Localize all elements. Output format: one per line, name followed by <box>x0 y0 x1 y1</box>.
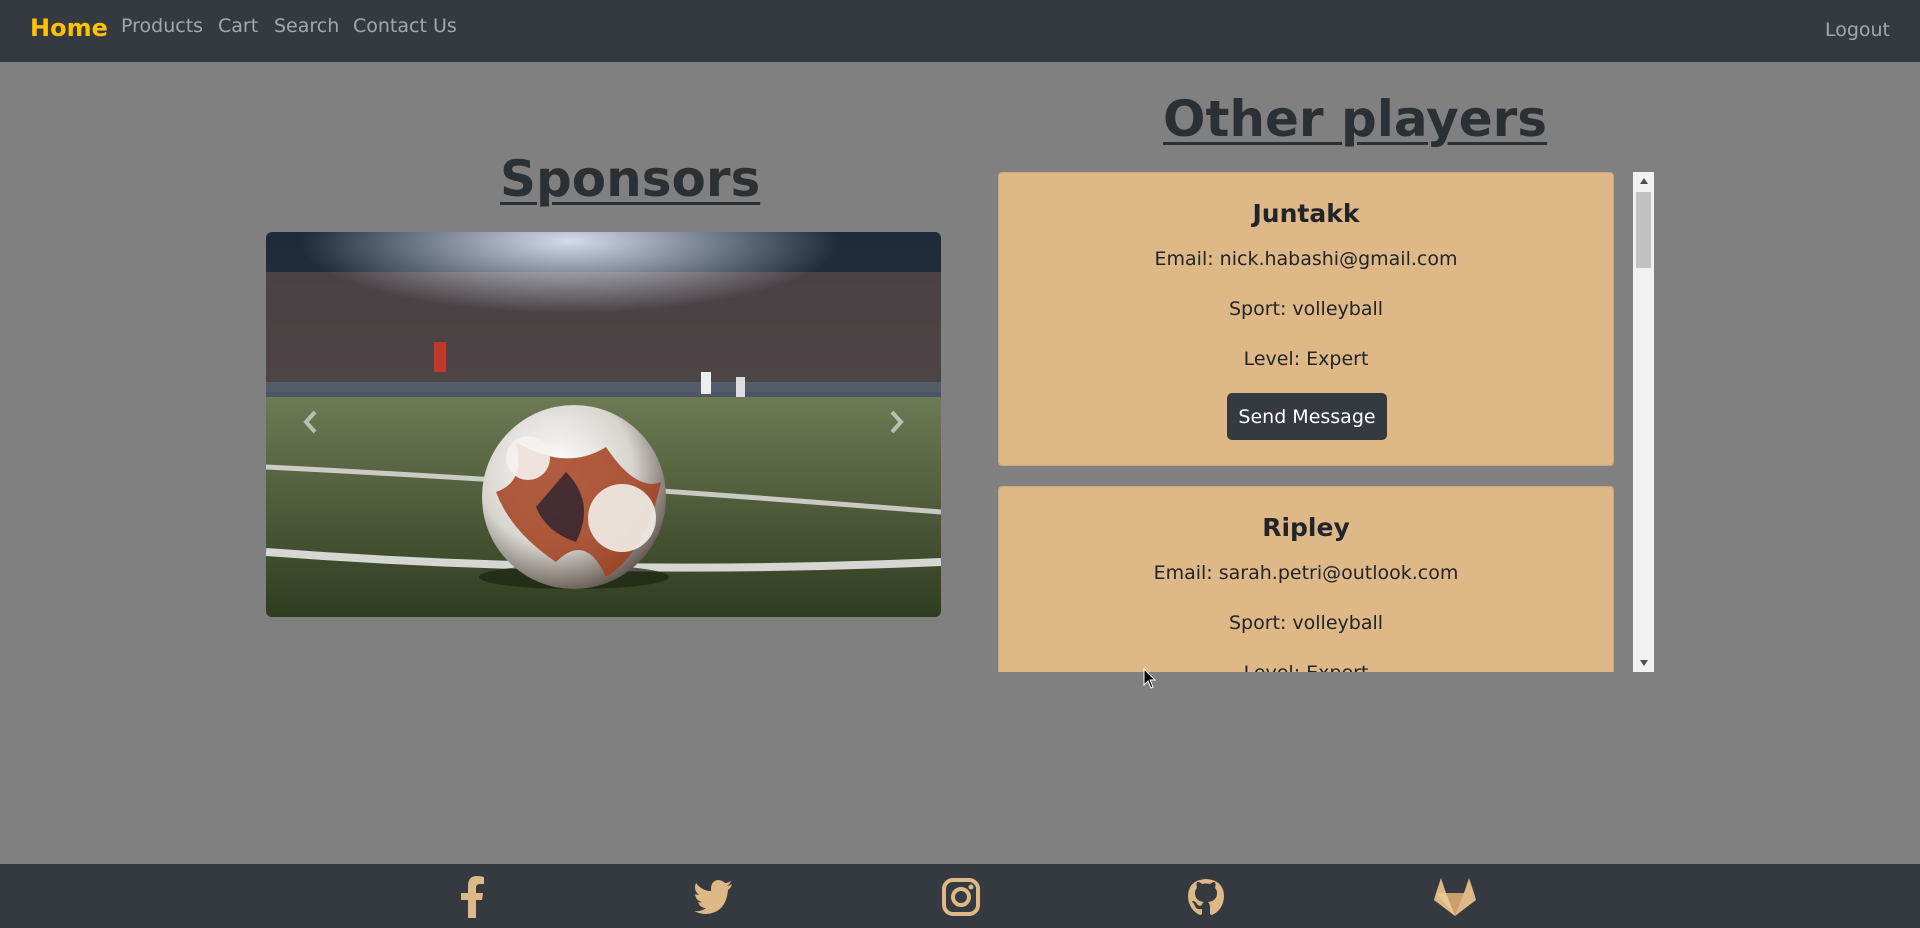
nav-contact-link[interactable]: Contact Us <box>353 15 457 37</box>
carousel-prev-button[interactable] <box>286 397 336 447</box>
scroll-up-arrow[interactable] <box>1633 172 1654 190</box>
nav-home-link[interactable]: Home <box>30 14 108 42</box>
instagram-icon <box>942 878 980 916</box>
send-message-button[interactable]: Send Message <box>1227 393 1387 440</box>
scroll-thumb[interactable] <box>1636 192 1651 268</box>
player-name: Juntakk <box>1252 199 1360 228</box>
facebook-icon <box>461 876 484 918</box>
gitlab-link[interactable] <box>1432 874 1478 920</box>
github-icon <box>1188 879 1224 915</box>
chevron-left-icon <box>303 410 317 434</box>
player-name: Ripley <box>1262 513 1350 542</box>
nav-search-link[interactable]: Search <box>274 15 339 37</box>
sponsor-carousel[interactable] <box>266 232 941 617</box>
github-link[interactable] <box>1183 874 1229 920</box>
gitlab-icon <box>1434 878 1476 916</box>
sponsor-image <box>266 232 941 617</box>
player-level: Level: Expert <box>1243 348 1369 370</box>
facebook-link[interactable] <box>449 874 495 920</box>
players-scrollbar[interactable] <box>1633 172 1654 672</box>
player-email: Email: sarah.petri@outlook.com <box>1153 562 1459 584</box>
nav-products-link[interactable]: Products <box>121 15 203 37</box>
player-email: Email: nick.habashi@gmail.com <box>1154 248 1458 270</box>
twitter-link[interactable] <box>690 874 736 920</box>
navbar: Home Products Cart Search Contact Us Log… <box>0 0 1920 62</box>
instagram-link[interactable] <box>938 874 984 920</box>
nav-cart-link[interactable]: Cart <box>218 15 258 37</box>
caret-up-icon <box>1639 178 1648 184</box>
footer <box>0 864 1920 928</box>
player-card: Juntakk Email: nick.habashi@gmail.com Sp… <box>998 172 1614 466</box>
sponsors-title: Sponsors <box>500 150 761 208</box>
caret-down-icon <box>1639 660 1648 666</box>
scroll-down-arrow[interactable] <box>1633 654 1654 672</box>
player-sport: Sport: volleyball <box>1228 298 1384 320</box>
player-card: Ripley Email: sarah.petri@outlook.com Sp… <box>998 486 1614 672</box>
logout-link[interactable]: Logout <box>1825 19 1890 41</box>
other-players-title: Other players <box>1163 90 1548 148</box>
player-sport: Sport: volleyball <box>1228 612 1384 634</box>
players-list[interactable]: Juntakk Email: nick.habashi@gmail.com Sp… <box>998 172 1654 672</box>
carousel-next-button[interactable] <box>871 397 921 447</box>
chevron-right-icon <box>890 410 904 434</box>
mouse-cursor-icon <box>1143 668 1157 689</box>
player-level: Level: Expert <box>999 662 1613 672</box>
twitter-icon <box>694 880 732 914</box>
